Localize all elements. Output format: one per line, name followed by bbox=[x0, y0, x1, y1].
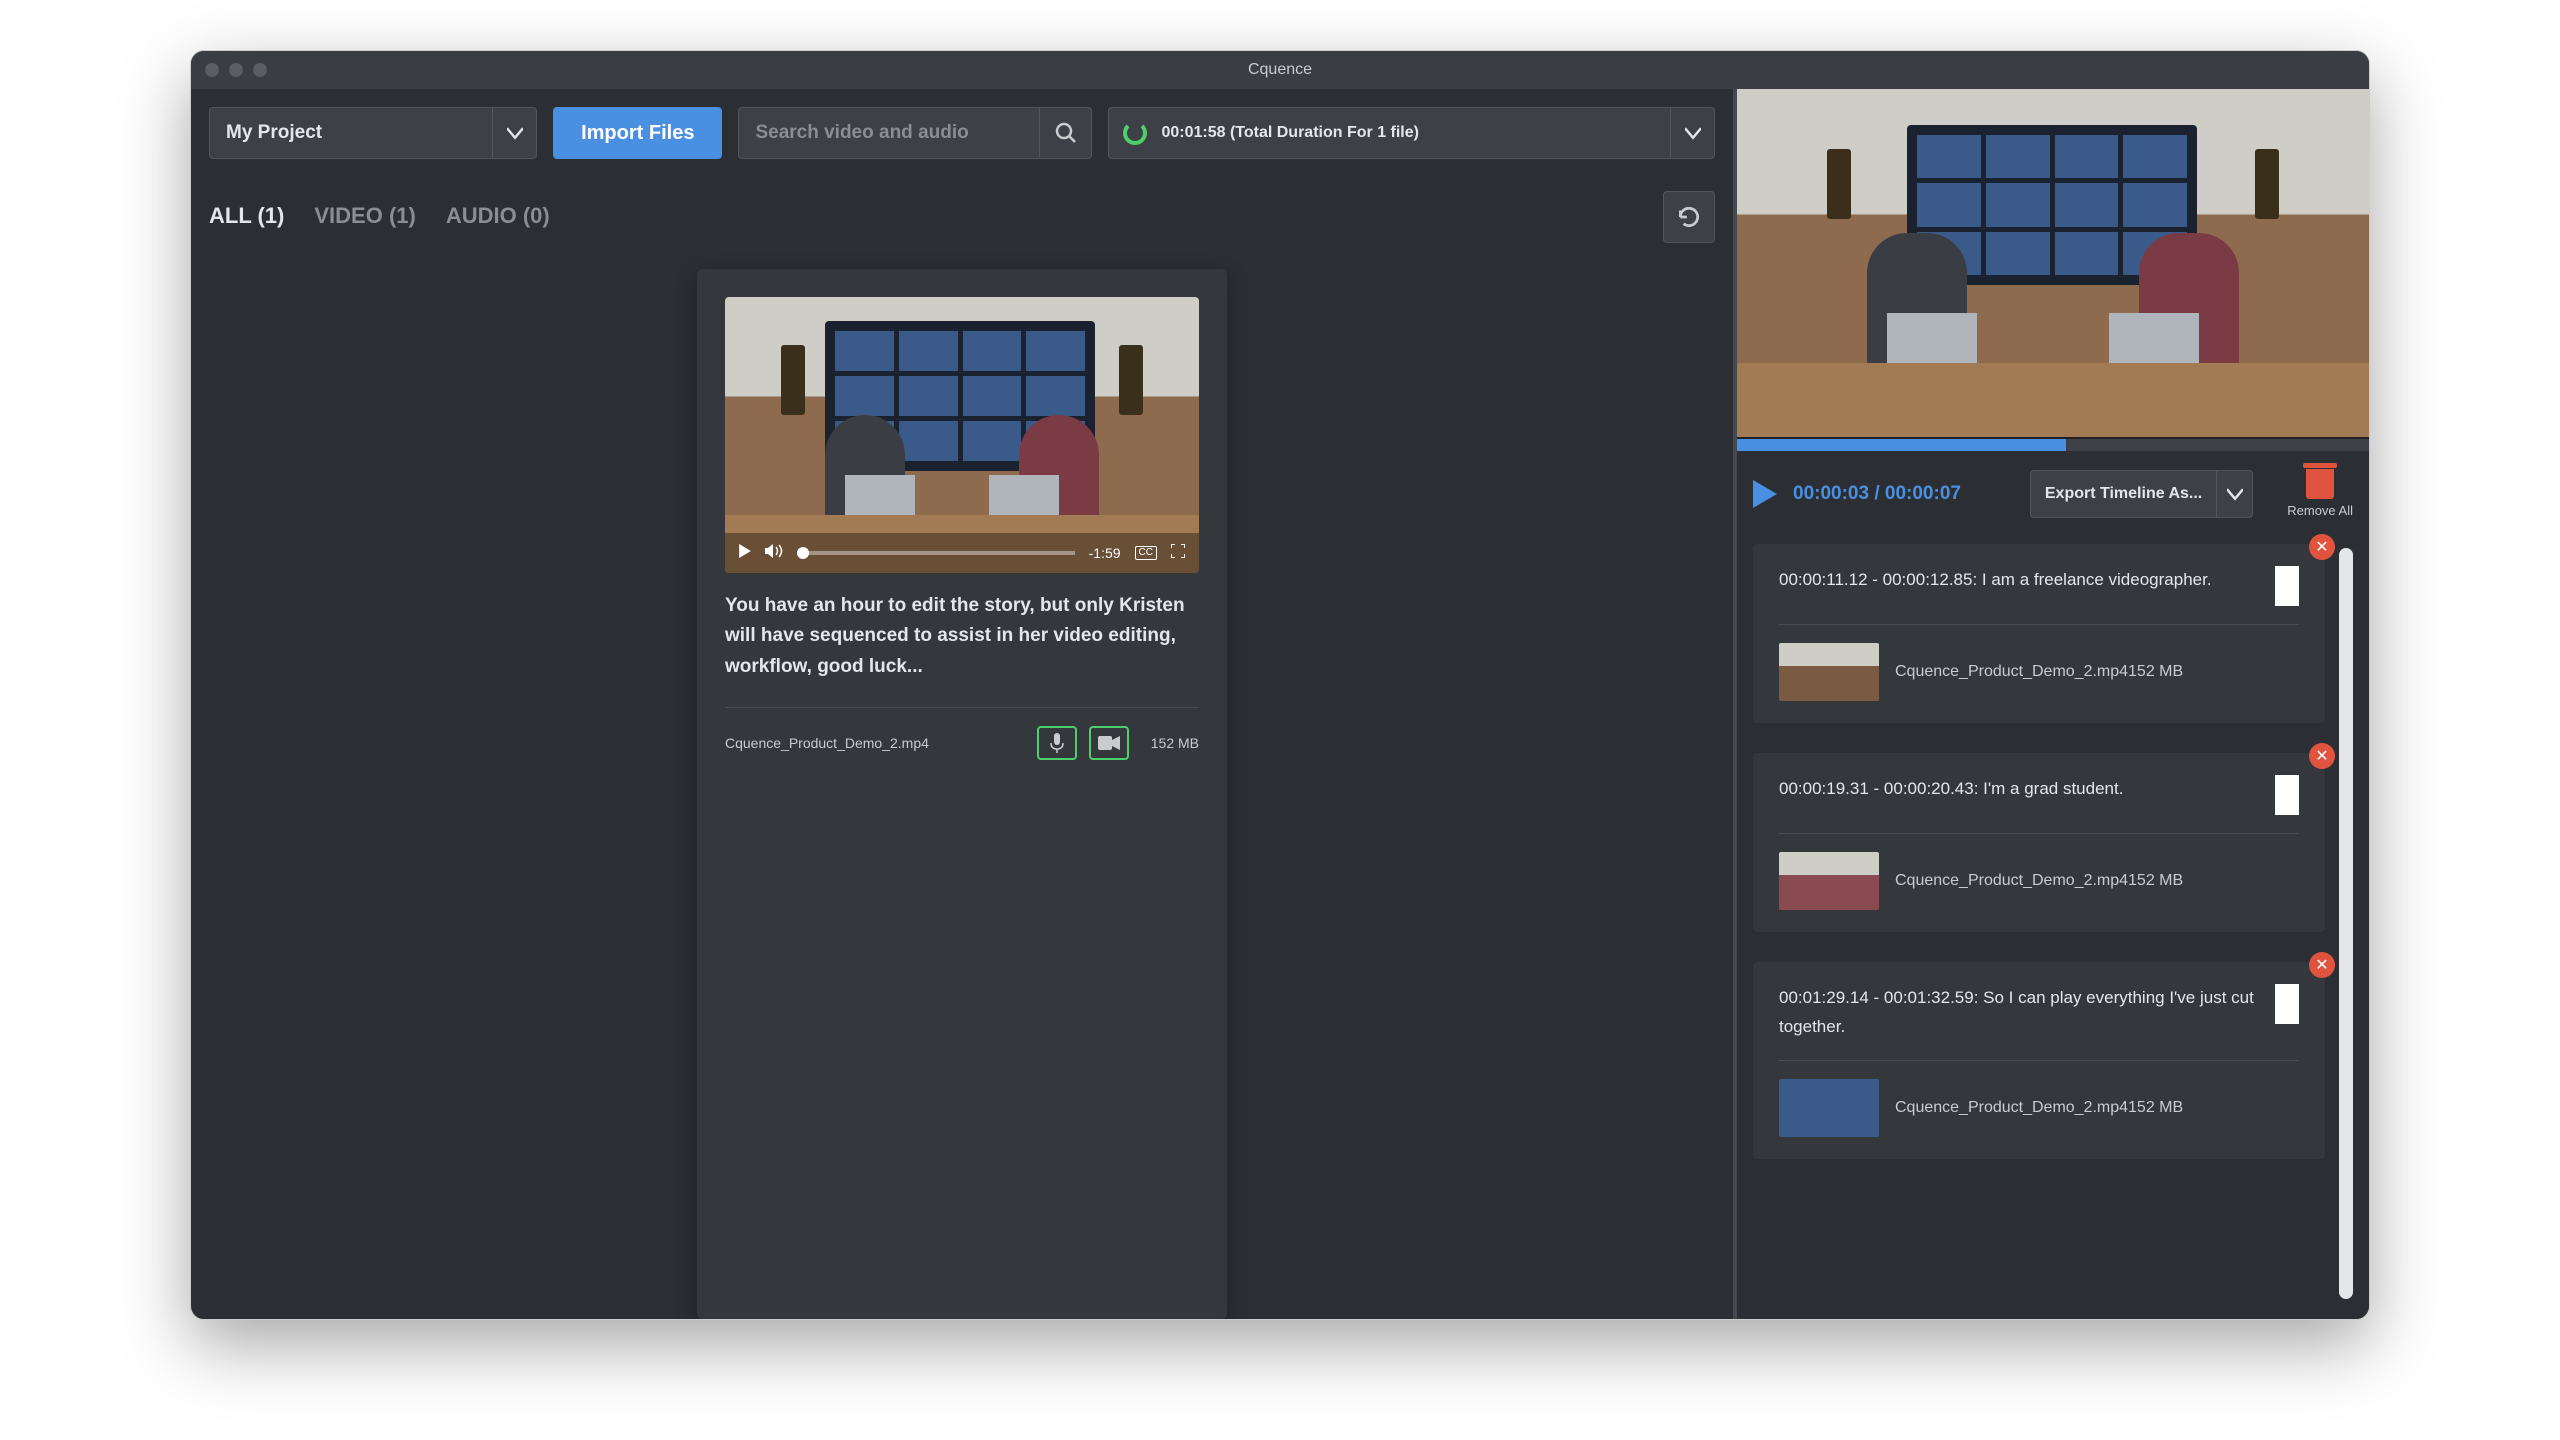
thumbnail-scene bbox=[725, 297, 1199, 573]
trash-icon bbox=[2306, 469, 2334, 499]
remove-clip-button[interactable]: ✕ bbox=[2309, 534, 2335, 560]
timeline-clip[interactable]: ✕ 00:01:29.14 - 00:01:32.59: So I can pl… bbox=[1753, 962, 2325, 1159]
time-remaining: -1:59 bbox=[1089, 545, 1121, 561]
search-wrapper bbox=[738, 107, 1092, 159]
project-name: My Project bbox=[210, 122, 492, 144]
fullscreen-icon[interactable] bbox=[1171, 544, 1185, 563]
clip-thumbnail bbox=[1779, 643, 1879, 701]
clip-transcript: 00:00:19.31 - 00:00:20.43: I'm a grad st… bbox=[1779, 775, 2259, 804]
remove-all-button[interactable]: Remove All bbox=[2287, 469, 2353, 518]
clip-list: ✕ 00:00:11.12 - 00:00:12.85: I am a free… bbox=[1753, 544, 2325, 1303]
seek-track[interactable] bbox=[797, 551, 1075, 555]
spinner-icon bbox=[1123, 121, 1147, 145]
chevron-down-icon bbox=[1670, 108, 1714, 158]
video-controls: -1:59 CC bbox=[725, 533, 1199, 573]
chevron-down-icon bbox=[2216, 471, 2252, 517]
preview-pane[interactable] bbox=[1737, 89, 2369, 439]
project-dropdown[interactable]: My Project bbox=[209, 107, 537, 159]
app-window: Cquence My Project Import Files bbox=[190, 50, 2370, 1320]
remove-clip-button[interactable]: ✕ bbox=[2309, 952, 2335, 978]
total-time: 00:00:07 bbox=[1885, 483, 1961, 504]
chevron-down-icon bbox=[492, 108, 536, 158]
current-time: 00:00:03 bbox=[1793, 483, 1869, 504]
camera-icon[interactable] bbox=[1089, 726, 1129, 760]
export-label: Export Timeline As... bbox=[2031, 485, 2216, 503]
remove-clip-button[interactable]: ✕ bbox=[2309, 743, 2335, 769]
clip-marker[interactable] bbox=[2275, 984, 2299, 1024]
search-button[interactable] bbox=[1039, 108, 1091, 158]
microphone-icon[interactable] bbox=[1037, 726, 1077, 760]
volume-icon[interactable] bbox=[765, 544, 783, 563]
clip-meta: Cquence_Product_Demo_2.mp4152 MB bbox=[1895, 663, 2183, 681]
timecode: 00:00:03 / 00:00:07 bbox=[1793, 483, 1961, 505]
import-files-button[interactable]: Import Files bbox=[553, 107, 722, 159]
time-sep: / bbox=[1869, 483, 1885, 504]
clip-marker[interactable] bbox=[2275, 566, 2299, 606]
cc-button[interactable]: CC bbox=[1135, 546, 1157, 560]
tab-video[interactable]: VIDEO (1) bbox=[314, 203, 415, 229]
video-thumbnail[interactable]: -1:59 CC bbox=[725, 297, 1199, 573]
clip-thumbnail bbox=[1779, 1079, 1879, 1137]
timeline-progress[interactable] bbox=[1737, 439, 2369, 451]
seek-knob[interactable] bbox=[797, 547, 809, 559]
refresh-button[interactable] bbox=[1663, 191, 1715, 243]
main-panel: My Project Import Files 00:01:58 (Total … bbox=[191, 89, 1737, 1319]
clip-transcript: 00:01:29.14 - 00:01:32.59: So I can play… bbox=[1779, 984, 2259, 1042]
remove-all-label: Remove All bbox=[2287, 503, 2353, 518]
app-body: My Project Import Files 00:01:58 (Total … bbox=[191, 89, 2369, 1319]
tab-all[interactable]: ALL (1) bbox=[209, 203, 284, 229]
play-icon[interactable] bbox=[739, 544, 751, 563]
tab-audio[interactable]: AUDIO (0) bbox=[446, 203, 550, 229]
play-button[interactable] bbox=[1753, 480, 1777, 508]
scrollbar[interactable] bbox=[2339, 548, 2353, 1299]
media-card[interactable]: -1:59 CC You have an hour to edit the st… bbox=[697, 269, 1227, 1319]
preview-scene bbox=[1737, 89, 2369, 437]
card-footer: Cquence_Product_Demo_2.mp4 152 MB bbox=[725, 707, 1199, 760]
search-input[interactable] bbox=[739, 122, 1039, 144]
duration-dropdown[interactable]: 00:01:58 (Total Duration For 1 file) bbox=[1108, 107, 1715, 159]
titlebar: Cquence bbox=[191, 51, 2369, 89]
clip-thumbnail bbox=[1779, 852, 1879, 910]
clip-marker[interactable] bbox=[2275, 775, 2299, 815]
export-dropdown[interactable]: Export Timeline As... bbox=[2030, 470, 2253, 518]
clip-meta: Cquence_Product_Demo_2.mp4152 MB bbox=[1895, 872, 2183, 890]
clip-meta: Cquence_Product_Demo_2.mp4152 MB bbox=[1895, 1099, 2183, 1117]
timeline-progress-fill bbox=[1737, 439, 2066, 451]
window-title: Cquence bbox=[191, 61, 2369, 79]
media-grid: -1:59 CC You have an hour to edit the st… bbox=[191, 239, 1733, 1319]
timeline-clip[interactable]: ✕ 00:00:19.31 - 00:00:20.43: I'm a grad … bbox=[1753, 753, 2325, 932]
toolbar: My Project Import Files 00:01:58 (Total … bbox=[191, 89, 1733, 159]
preview-controls: 00:00:03 / 00:00:07 Export Timeline As..… bbox=[1737, 451, 2369, 528]
timeline-clip[interactable]: ✕ 00:00:11.12 - 00:00:12.85: I am a free… bbox=[1753, 544, 2325, 723]
filesize: 152 MB bbox=[1151, 735, 1199, 751]
clips-area: ✕ 00:00:11.12 - 00:00:12.85: I am a free… bbox=[1737, 528, 2369, 1319]
filter-tabs: ALL (1) VIDEO (1) AUDIO (0) bbox=[191, 159, 1733, 239]
clip-transcript: 00:00:11.12 - 00:00:12.85: I am a freela… bbox=[1779, 566, 2259, 595]
duration-text: 00:01:58 (Total Duration For 1 file) bbox=[1161, 124, 1670, 142]
transcript-preview: You have an hour to edit the story, but … bbox=[725, 591, 1199, 697]
timeline-panel: 00:00:03 / 00:00:07 Export Timeline As..… bbox=[1737, 89, 2369, 1319]
filename: Cquence_Product_Demo_2.mp4 bbox=[725, 735, 1025, 751]
